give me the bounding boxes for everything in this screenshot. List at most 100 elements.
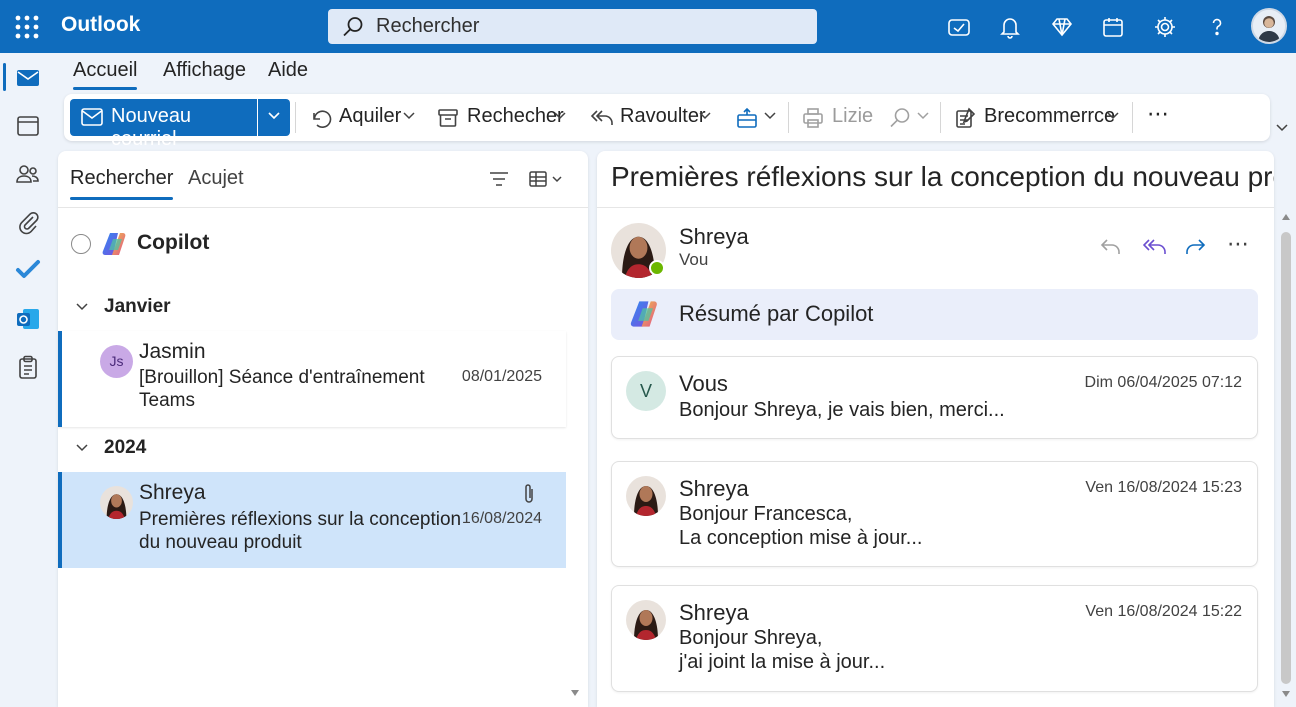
attachment-icon[interactable] [15, 209, 41, 235]
reading-divider [597, 207, 1274, 208]
copilot-row[interactable]: Copilot [58, 221, 588, 265]
scroll-down-arrow-icon[interactable] [570, 689, 580, 697]
conversation-title: Premières réflexions sur la conception d… [611, 161, 1274, 192]
rail-active-indicator [3, 63, 6, 91]
message-card[interactable]: V Vous Dim 06/04/2025 07:12 Bonjour Shre… [611, 356, 1258, 439]
avatar: V [626, 371, 666, 411]
find-button[interactable] [888, 99, 934, 136]
message-card[interactable]: Shreya Ven 16/08/2024 15:23 Bonjour Fran… [611, 461, 1258, 567]
app-launcher-icon[interactable] [14, 14, 40, 40]
filter-icon[interactable] [488, 169, 510, 189]
tab-accueil[interactable]: Accueil [73, 59, 138, 90]
avatar [100, 486, 133, 519]
sender-name: Jasmin [139, 340, 206, 363]
scrollbar-thumb[interactable] [1281, 232, 1291, 684]
rechecher-label: Rechecher [467, 105, 564, 127]
calendar-icon[interactable] [15, 113, 41, 139]
ravoulter-button[interactable]: Ravoulter [588, 99, 716, 136]
rechecher-button[interactable]: Rechecher [436, 99, 570, 136]
tab-affichage[interactable]: Affichage [163, 59, 246, 82]
layout-view-icon[interactable] [528, 169, 566, 189]
clipboard-icon[interactable] [15, 354, 41, 380]
premium-diamond-icon[interactable] [1048, 13, 1076, 41]
lizie-label: Lizie [832, 105, 874, 127]
header-sender-name[interactable]: Shreya [679, 224, 749, 250]
more-options-button[interactable]: ⋯ [1144, 99, 1174, 136]
chevron-down-icon [764, 112, 776, 120]
account-avatar[interactable] [1251, 8, 1287, 44]
new-mail-button[interactable]: Nouveau courriel [70, 99, 257, 150]
app-name[interactable]: Outlook [61, 13, 140, 37]
group-header-janvier[interactable]: Janvier [58, 293, 588, 323]
forward-icon[interactable] [1183, 235, 1207, 257]
group-label: 2024 [104, 437, 147, 458]
top-bar: Outlook [0, 0, 1296, 53]
copilot-logo-icon [628, 298, 662, 330]
avatar [626, 600, 666, 640]
message-preview-line: j'ai joint la mise à jour... [679, 651, 886, 673]
meet-now-icon[interactable] [945, 13, 973, 41]
chevron-down-icon [917, 112, 929, 120]
ribbon-expand-chevron-icon[interactable] [1276, 124, 1288, 132]
brecommerrce-button[interactable]: Brecommerrce [953, 99, 1123, 136]
lizie-button[interactable]: Lizie [801, 99, 874, 136]
group-label: Janvier [104, 296, 171, 317]
message-preview-line: Bonjour Francesca, [679, 503, 853, 525]
tab-acujet[interactable]: Acujet [188, 167, 244, 190]
archive-icon [437, 107, 459, 129]
chevron-down-icon [75, 443, 89, 453]
search-icon [889, 107, 911, 129]
subject-line-2: Teams [139, 390, 195, 411]
message-sender: Vous [679, 371, 728, 396]
scroll-up-arrow-icon[interactable] [1281, 213, 1291, 221]
people-icon[interactable] [15, 161, 41, 187]
more-icon: ⋯ [1147, 101, 1169, 126]
message-card[interactable]: Shreya Ven 16/08/2024 15:22 Bonjour Shre… [611, 585, 1258, 692]
aquiler-label: Aquiler [339, 105, 402, 127]
copilot-label: Copilot [137, 231, 210, 254]
message-list-pane: Rechercher Acujet Copilot Janvier Js Jas… [58, 151, 588, 707]
tab-rechercher[interactable]: Rechercher [70, 167, 174, 200]
search-input[interactable] [376, 12, 796, 41]
chevron-down-icon [75, 302, 89, 312]
received-date: 16/08/2024 [461, 510, 542, 527]
chevron-down-icon [699, 112, 711, 120]
chevron-down-icon [554, 112, 566, 120]
select-all-checkbox[interactable] [71, 234, 91, 254]
tab-aide[interactable]: Aide [268, 59, 308, 82]
todo-check-icon[interactable] [15, 257, 41, 283]
reply-icon[interactable] [1099, 235, 1123, 257]
move-button[interactable] [734, 99, 780, 136]
envelope-icon [81, 108, 103, 126]
help-icon[interactable] [1203, 13, 1231, 41]
copilot-summary-button[interactable]: Résumé par Copilot [611, 289, 1258, 340]
reply-all-icon [590, 107, 614, 129]
reply-all-icon[interactable] [1142, 235, 1168, 257]
list-item-selected[interactable]: Shreya Premières réflexions sur la conce… [58, 472, 566, 568]
my-day-icon[interactable] [1099, 13, 1127, 41]
more-actions-icon[interactable]: ⋯ [1227, 231, 1249, 257]
sender-name: Shreya [139, 481, 206, 504]
received-date: 08/01/2025 [461, 368, 542, 385]
aquiler-button[interactable]: Aquiler [308, 99, 420, 136]
outlook-app-icon[interactable] [15, 306, 41, 332]
avatar-initial: V [639, 381, 652, 401]
new-mail-dropdown-button[interactable] [258, 99, 290, 136]
mail-icon[interactable] [15, 65, 41, 91]
message-preview-line: La conception mise à jour... [679, 527, 923, 549]
scroll-down-arrow-icon[interactable] [1281, 690, 1291, 698]
list-item[interactable]: Js Jasmin [Brouillon] Séance d'entraînem… [58, 331, 566, 427]
settings-gear-icon[interactable] [1151, 13, 1179, 41]
chevron-down-icon [1107, 112, 1119, 120]
copilot-logo-icon [101, 230, 129, 258]
message-date: Ven 16/08/2024 15:22 [1085, 603, 1242, 620]
group-header-2024[interactable]: 2024 [58, 434, 588, 464]
undo-icon [310, 107, 332, 129]
search-box[interactable] [328, 9, 817, 44]
subject-line-1: Premières réflexions sur la conception [139, 509, 462, 530]
bell-icon[interactable] [996, 13, 1024, 41]
toolbar-divider [940, 102, 941, 133]
ribbon-toolbar: Nouveau courriel Aquiler Rechecher Ravou… [64, 94, 1270, 150]
ravoulter-label: Ravoulter [620, 105, 706, 127]
chevron-down-icon [267, 111, 281, 121]
